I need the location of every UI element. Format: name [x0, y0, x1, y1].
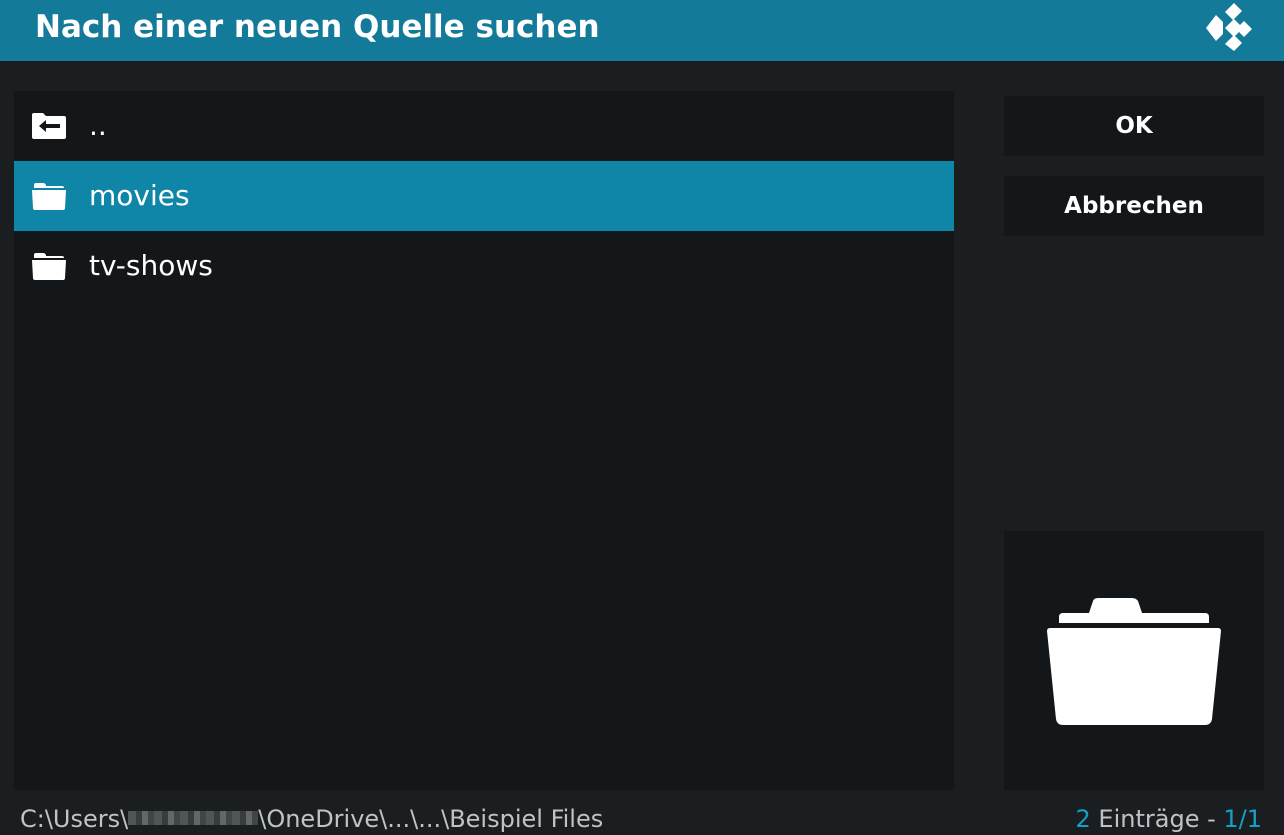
kodi-logo-icon [1206, 3, 1252, 51]
dialog-header: Nach einer neuen Quelle suchen [0, 0, 1284, 61]
list-item-label: movies [89, 179, 190, 212]
list-item-label: .. [89, 109, 107, 142]
cancel-button[interactable]: Abbrechen [1004, 176, 1264, 236]
path-suffix: \OneDrive\...\...\Beispiel Files [258, 805, 604, 833]
path-prefix: C:\Users\ [20, 805, 129, 833]
page-indicator: 1/1 [1223, 805, 1262, 833]
folder-preview [1004, 531, 1264, 790]
list-item-label: tv-shows [89, 249, 213, 282]
list-item-movies[interactable]: movies [14, 161, 954, 231]
list-item-tv-shows[interactable]: tv-shows [14, 231, 954, 301]
folder-icon [32, 183, 66, 210]
ok-button[interactable]: OK [1004, 96, 1264, 156]
list-item-parent[interactable]: .. [14, 91, 954, 161]
file-list: .. movies tv-shows [14, 91, 954, 790]
item-count: 2 Einträge - 1/1 [1076, 803, 1262, 835]
folder-icon [32, 253, 66, 280]
folder-preview-icon [1047, 598, 1221, 725]
current-path: C:\Users\ \OneDrive\...\...\Beispiel File… [20, 803, 603, 835]
dialog-title: Nach einer neuen Quelle suchen [35, 9, 600, 45]
entry-count: 2 [1075, 805, 1091, 833]
entries-label: Einträge - [1090, 805, 1224, 833]
back-folder-icon [32, 113, 66, 139]
redacted-username [128, 811, 259, 825]
